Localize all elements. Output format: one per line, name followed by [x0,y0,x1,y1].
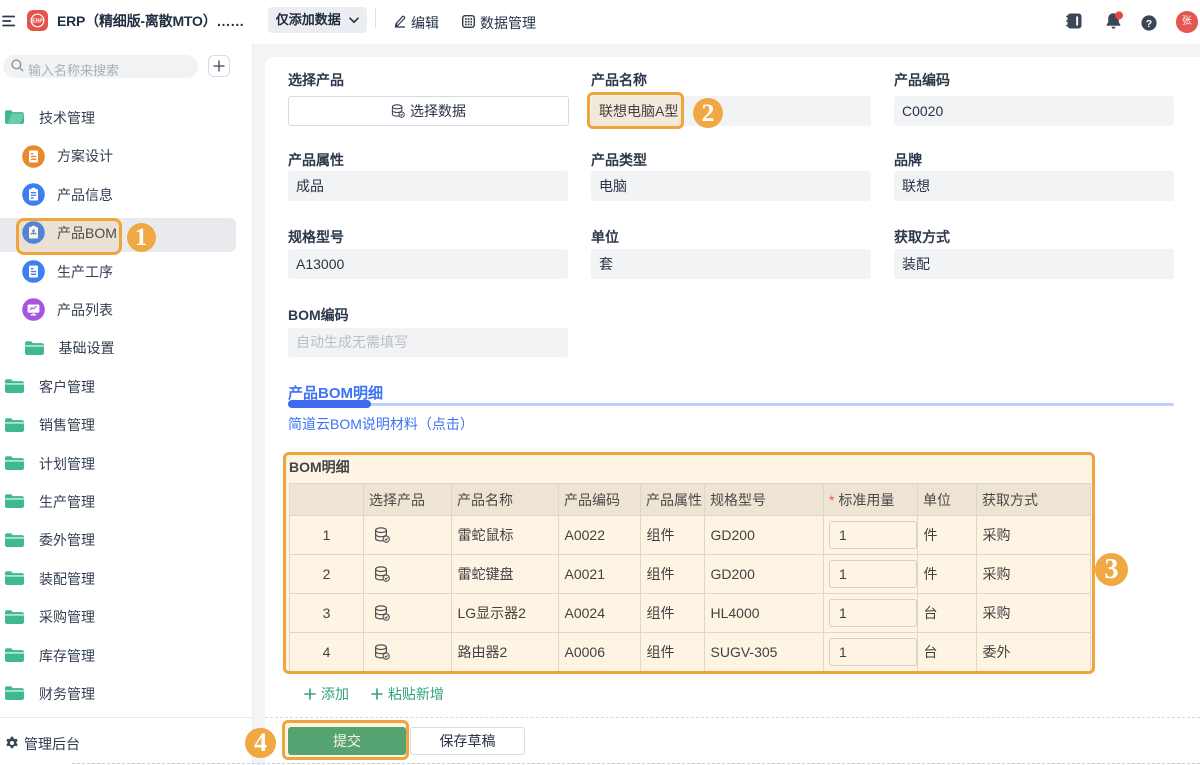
svg-text:?: ? [1145,17,1151,29]
svg-text:ERP: ERP [32,19,43,25]
